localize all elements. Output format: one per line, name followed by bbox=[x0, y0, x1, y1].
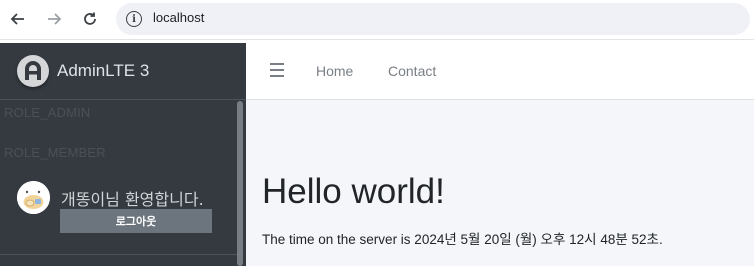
nav-link-contact[interactable]: Contact bbox=[388, 63, 436, 79]
top-navbar: Home Contact bbox=[246, 43, 754, 100]
user-greeting: 개똥이님 환영합니다. bbox=[61, 190, 204, 209]
forward-arrow-icon[interactable] bbox=[41, 6, 67, 32]
user-avatar[interactable] bbox=[17, 181, 50, 214]
browser-toolbar: i localhost bbox=[0, 0, 754, 40]
url-text[interactable]: localhost bbox=[153, 10, 204, 25]
nav-link-home[interactable]: Home bbox=[316, 63, 353, 79]
brand-text[interactable]: AdminLTE 3 bbox=[57, 61, 149, 81]
role-admin-label: ROLE_ADMIN bbox=[4, 105, 91, 120]
sidebar-scrollbar[interactable] bbox=[237, 101, 243, 266]
server-time-text: The time on the server is 2024년 5월 20일 (… bbox=[262, 232, 663, 247]
page-heading: Hello world! bbox=[262, 172, 445, 211]
sidebar-divider bbox=[0, 254, 240, 255]
logout-button[interactable]: 로그아웃 bbox=[60, 209, 212, 233]
sidebar: AdminLTE 3 ROLE_ADMIN ROLE_MEMBER 개똥이님 환… bbox=[0, 43, 246, 266]
address-bar[interactable]: i localhost bbox=[116, 3, 750, 35]
role-member-label: ROLE_MEMBER bbox=[4, 145, 106, 160]
hamburger-menu-icon[interactable] bbox=[270, 63, 284, 77]
back-arrow-icon[interactable] bbox=[5, 6, 31, 32]
content-wrapper: Hello world! The time on the server is 2… bbox=[246, 100, 754, 266]
brand-logo-icon bbox=[17, 55, 49, 87]
site-info-icon[interactable]: i bbox=[126, 11, 142, 27]
brand-link[interactable]: AdminLTE 3 bbox=[0, 43, 246, 100]
user-panel: 개똥이님 환영합니다. 로그아웃 bbox=[0, 178, 240, 254]
reload-icon[interactable] bbox=[77, 6, 103, 32]
